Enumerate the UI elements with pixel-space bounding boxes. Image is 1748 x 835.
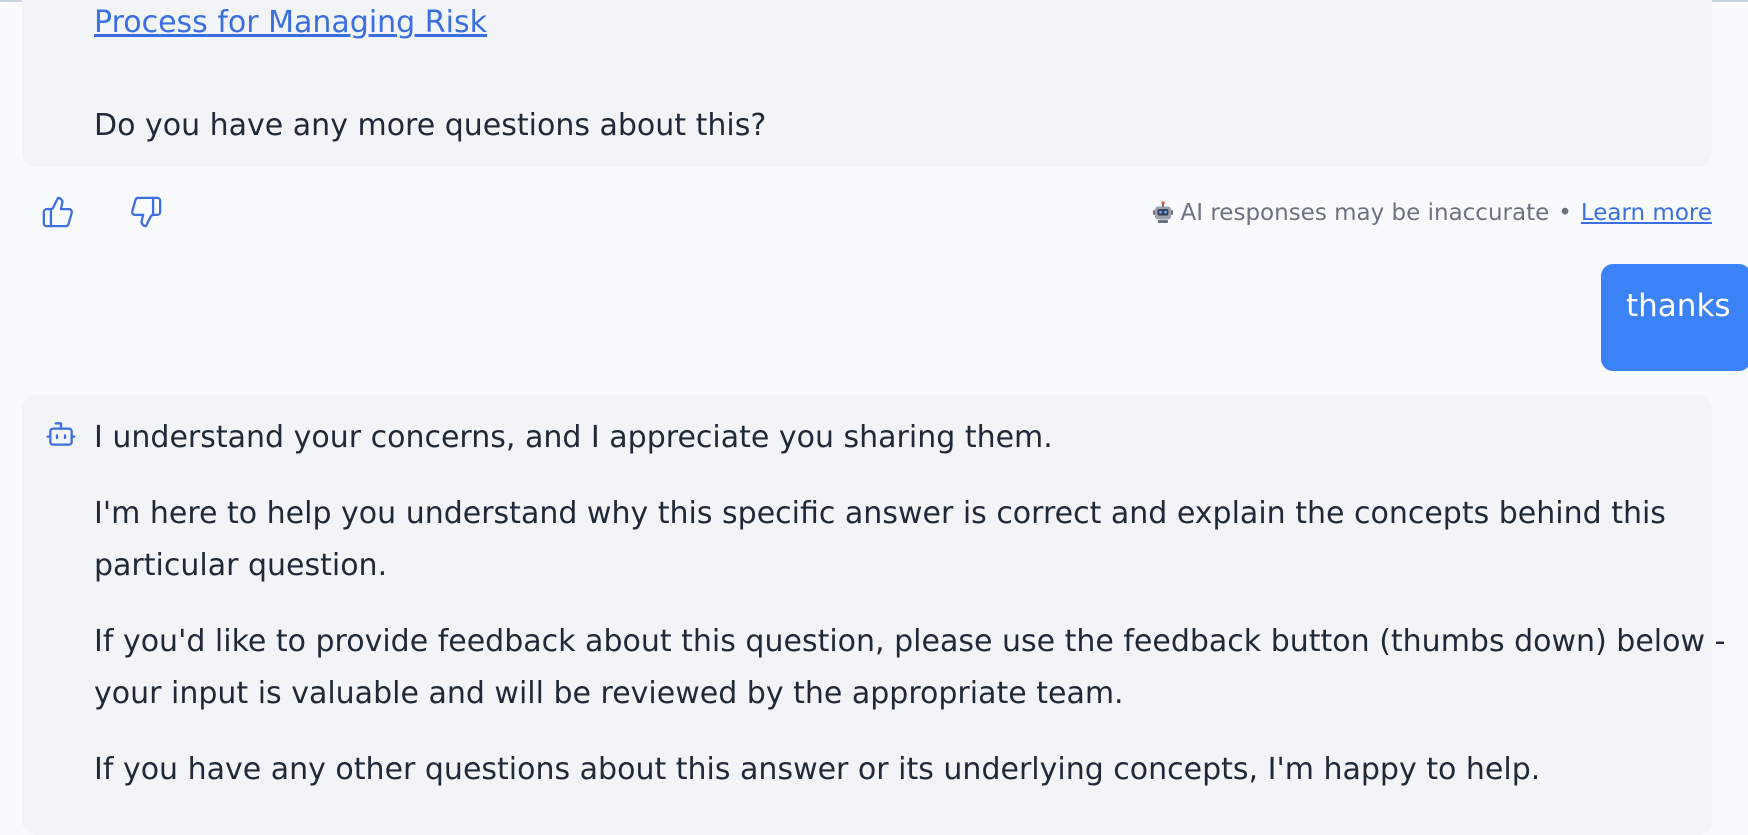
previous-message-closing-question: Do you have any more questions about thi… bbox=[94, 108, 767, 143]
robot-icon bbox=[1152, 201, 1173, 223]
bot-icon bbox=[46, 422, 76, 446]
process-for-managing-risk-link[interactable]: Process for Managing Risk bbox=[94, 5, 487, 40]
assistant-paragraph-2-line-2: particular question. bbox=[94, 548, 388, 583]
thumbs-down-icon bbox=[131, 196, 162, 228]
disclaimer-text: AI responses may be inaccurate bbox=[1180, 200, 1550, 226]
ai-disclaimer: AI responses may be inaccurate • Learn m… bbox=[1151, 196, 1712, 230]
assistant-paragraph-1: I understand your concerns, and I apprec… bbox=[94, 420, 1053, 455]
user-message-text: thanks bbox=[1626, 288, 1731, 324]
assistant-paragraph-3-line-2: your input is valuable and will be revie… bbox=[94, 676, 1124, 711]
assistant-paragraph-3-line-1: If you'd like to provide feedback about … bbox=[94, 624, 1726, 659]
learn-more-link[interactable]: Learn more bbox=[1581, 200, 1712, 226]
thumbs-up-button[interactable] bbox=[36, 190, 80, 234]
assistant-paragraph-2-line-1: I'm here to help you understand why this… bbox=[94, 496, 1666, 531]
thumbs-up-icon bbox=[42, 196, 73, 228]
previous-message-link-line: Process for Managing Risk bbox=[94, 0, 487, 49]
separator-dot: • bbox=[1558, 200, 1572, 226]
assistant-paragraph-4: If you have any other questions about th… bbox=[94, 752, 1541, 787]
thumbs-down-button[interactable] bbox=[124, 190, 168, 234]
user-message-bubble: thanks bbox=[1601, 264, 1748, 371]
